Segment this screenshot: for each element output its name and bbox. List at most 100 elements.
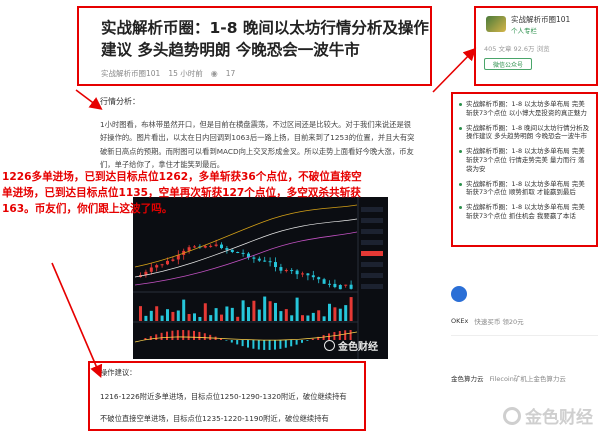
ad-okex[interactable]: OKEx 快速买币 领20元 (451, 316, 524, 326)
macd-bar (160, 332, 163, 340)
author-link[interactable]: 实战解析币圈101 (101, 68, 160, 79)
price-axis-tick (361, 207, 383, 212)
trade-annotation: 1226多单进场，已到达目标点位1262，多单斩获36个点位，不破位直接空单进场… (2, 171, 362, 215)
author-name[interactable]: 实战解析币圈101 (511, 14, 570, 25)
candle-body (279, 267, 283, 271)
candle-body (311, 275, 315, 278)
macd-bar (155, 334, 158, 340)
volume-bar (306, 315, 310, 321)
macd-bar (241, 340, 244, 347)
bullet-icon (459, 126, 462, 130)
volume-bar (187, 313, 191, 321)
advice-heading: 操作建议： (100, 368, 137, 377)
macd-bar (225, 340, 228, 341)
chart-watermark: 金色财经 (324, 338, 378, 353)
candle-body (338, 285, 342, 290)
candle-body (236, 252, 240, 254)
arrow-to-advice (51, 262, 103, 378)
candle-body (193, 246, 196, 248)
site-watermark: 金色财经 (503, 403, 593, 428)
list-item[interactable]: 实战解析币圈：1-8 以太坊多单布局 完美斩获73个点位 顺势抓取 才能赢到最后 (459, 180, 590, 198)
candle-body (344, 284, 348, 286)
list-item[interactable]: 实战解析币圈：1-8 以太坊多单布局 完美斩获73个点位 以小博大是投资的真正魅… (459, 100, 590, 118)
trade-advice-box: 操作建议： 1216-1226附近多单进场，目标点位1250-1290-1320… (88, 361, 366, 431)
macd-bar (274, 340, 276, 350)
macd-bar (182, 330, 185, 340)
candle-body (301, 273, 304, 275)
volume-bar (274, 302, 277, 321)
volume-bar (166, 309, 169, 321)
eye-icon: ◉ (210, 69, 218, 78)
volume-bar (247, 307, 250, 321)
volume-bar (344, 305, 348, 321)
volume-bar (225, 306, 229, 321)
candle-body (268, 261, 272, 263)
advice-short: 不破位直接空单进场，目标点位1235-1220-1190附近，破位继续持有 (100, 414, 329, 423)
volume-bar (322, 316, 326, 321)
related-articles: 实战解析币圈：1-8 以太坊多单布局 完美斩获73个点位 以小博大是投资的真正魅… (451, 92, 598, 247)
volume-bar (209, 315, 213, 321)
volume-bar (284, 309, 288, 321)
list-item[interactable]: 实战解析币圈：1-8 以太坊多单布局 完美斩获73个点位 抓住机会 我要赢了本话 (459, 203, 590, 221)
divider (451, 335, 598, 336)
list-item[interactable]: 实战解析币圈：1-8 以太坊多单布局 完美斩获73个点位 行情走势完美 量力而行… (459, 147, 590, 173)
volume-bar (252, 300, 256, 321)
volume-bar (203, 303, 207, 321)
macd-bar (252, 340, 255, 349)
candle-body (284, 270, 288, 272)
macd-bar (311, 338, 314, 340)
macd-bar (247, 340, 249, 348)
candle-body (263, 260, 267, 262)
volume-bar (295, 297, 299, 321)
macd-bar (149, 336, 152, 340)
bullet-icon (459, 150, 462, 154)
section-label: 行情分析： (100, 97, 140, 106)
article-title: 实战解析币圈：1-8 晚间以太坊行情分析及操作建议 多头趋势明朗 今晚恐会一波牛… (101, 19, 429, 59)
candle-body (290, 270, 294, 272)
candlestick-chart-image: 金色财经 (133, 197, 388, 359)
candle-body (306, 273, 310, 276)
macd-bar (257, 340, 260, 350)
candle-body (171, 259, 175, 261)
price-axis-tick (361, 251, 383, 256)
ad-logo-row[interactable] (451, 286, 467, 302)
volume-bar (155, 306, 159, 321)
article-meta: 实战解析币圈101 15 小时前 ◉ 17 (101, 68, 235, 79)
candle-body (214, 244, 218, 246)
volume-bar (193, 313, 196, 321)
volume-bar (317, 310, 321, 321)
watermark-logo-icon (324, 340, 335, 351)
volume-bar (198, 316, 202, 321)
volume-bar (301, 315, 304, 321)
ad-jinse-cloud[interactable]: 金色算力云 Filecoin矿机上金色算力云 (451, 373, 566, 383)
wechat-follow-button[interactable]: 微信公众号 (484, 58, 532, 70)
volume-bar (149, 310, 153, 321)
volume-bar (257, 309, 261, 321)
avatar[interactable] (486, 16, 506, 32)
candle-body (220, 244, 223, 249)
article-paragraph: 1小时图看，布林带虽然开口，但是目前在横盘震荡，不过区间还是比较大。对于我们来说… (100, 119, 415, 170)
macd-bar (263, 340, 266, 350)
volume-bar (220, 314, 223, 321)
volume-bar (214, 308, 218, 321)
macd-bar (193, 330, 195, 340)
macd-bar (301, 340, 303, 343)
bullet-icon (459, 182, 462, 186)
macd-bar (290, 340, 293, 347)
arrow-to-body (75, 89, 103, 110)
macd-bar (279, 340, 282, 349)
bullet-icon (459, 103, 462, 106)
volume-bar (338, 308, 342, 321)
candle-body (274, 262, 277, 268)
macd-bar (187, 330, 190, 340)
author-card: 实战解析币圈101 个人专栏 405 文章 92.6万 浏览 微信公众号 (474, 6, 598, 86)
price-axis-tick (361, 284, 383, 289)
candle-body (349, 284, 353, 289)
candle-body (166, 260, 169, 265)
volume-bar (160, 315, 164, 321)
view-count: 17 (225, 69, 236, 78)
list-item[interactable]: 实战解析币圈：1-8 晚间以太坊行情分析及操作建议 多头趋势明朗 今晚恐会一波牛… (459, 124, 590, 142)
volume-bar (144, 315, 148, 321)
price-axis-tick (361, 240, 383, 245)
candle-body (333, 283, 337, 288)
